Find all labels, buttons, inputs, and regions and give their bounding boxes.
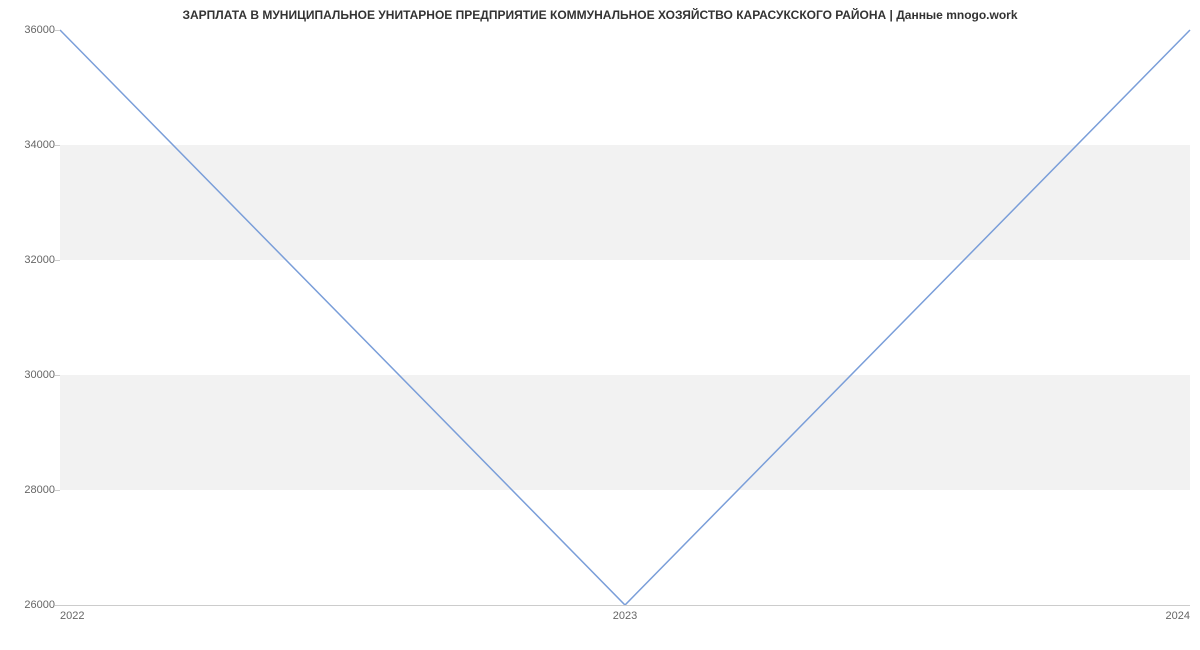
x-tick-label: 2023 xyxy=(613,610,637,622)
chart-title: ЗАРПЛАТА В МУНИЦИПАЛЬНОЕ УНИТАРНОЕ ПРЕДП… xyxy=(0,8,1200,22)
x-tick-label: 2024 xyxy=(1166,610,1190,622)
y-tick-label: 36000 xyxy=(24,24,55,36)
y-tick-mark xyxy=(55,30,60,31)
y-tick-mark xyxy=(55,490,60,491)
y-tick-label: 26000 xyxy=(24,599,55,611)
y-tick-mark xyxy=(55,145,60,146)
y-tick-label: 30000 xyxy=(24,369,55,381)
x-axis-line xyxy=(60,605,1190,606)
plot-area xyxy=(60,30,1190,605)
y-tick-mark xyxy=(55,375,60,376)
data-polyline xyxy=(60,30,1190,605)
y-tick-label: 28000 xyxy=(24,484,55,496)
y-tick-mark xyxy=(55,260,60,261)
chart-container: ЗАРПЛАТА В МУНИЦИПАЛЬНОЕ УНИТАРНОЕ ПРЕДП… xyxy=(0,0,1200,650)
x-tick-label: 2022 xyxy=(60,610,84,622)
y-tick-label: 32000 xyxy=(24,254,55,266)
y-tick-label: 34000 xyxy=(24,139,55,151)
line-series xyxy=(60,30,1190,605)
